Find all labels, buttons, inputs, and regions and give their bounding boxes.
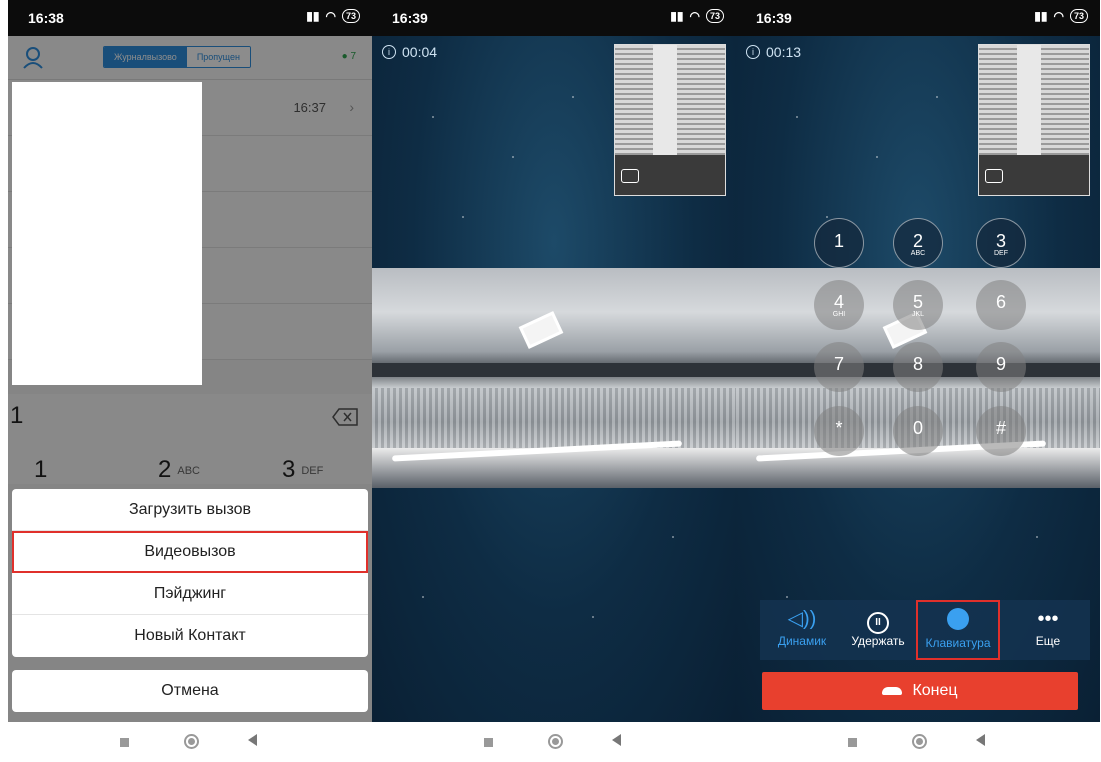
status-bar: 16:39 ▮▮ ◠ 73 — [372, 0, 736, 36]
speaker-button[interactable]: ◁)) Динамик — [760, 600, 844, 660]
call-duration: 00:13 — [766, 44, 802, 60]
key-letters: DEF — [994, 250, 1008, 257]
hold-label: Удержать — [851, 634, 905, 648]
self-preview[interactable] — [614, 44, 726, 196]
signal-icon: ▮▮ — [306, 9, 320, 23]
status-icons: ▮▮ ◠ 73 — [306, 9, 360, 23]
more-label: Еще — [1035, 634, 1061, 648]
key-digit: 1 — [833, 231, 844, 251]
back-icon[interactable] — [612, 734, 621, 746]
key-digit: 2 — [912, 231, 923, 251]
battery-icon: 73 — [341, 9, 360, 23]
signal-icon: ▮▮ — [670, 9, 684, 23]
key-letters: JKL — [911, 311, 925, 318]
home-icon[interactable] — [184, 734, 199, 749]
nav-bar — [8, 722, 372, 762]
video-call-keypad-panel: 16:39 ▮▮ ◠ 73 i 00:13 1 2 ABC 3 DEF 4 GHI 5… — [736, 0, 1100, 762]
self-preview[interactable] — [978, 44, 1090, 196]
key-digit: 7 — [833, 354, 844, 374]
speaker-icon: ◁)) — [787, 608, 817, 630]
info-icon[interactable]: i — [746, 45, 760, 59]
recents-icon[interactable] — [848, 738, 857, 747]
status-icons: ▮▮ ◠ 73 — [1034, 9, 1088, 23]
keypad-key-7[interactable]: 7 — [814, 342, 864, 392]
recents-icon[interactable] — [484, 738, 493, 747]
home-icon[interactable] — [548, 734, 563, 749]
wifi-icon: ◠ — [1053, 9, 1064, 23]
cancel-button[interactable]: Отмена — [12, 670, 368, 712]
status-time: 16:39 — [756, 10, 792, 26]
menu-item-video-call[interactable]: Видеовызов — [12, 531, 368, 573]
status-time: 16:39 — [392, 10, 428, 26]
hold-button[interactable]: II Удержать — [836, 600, 920, 660]
key-digit: 3 — [995, 231, 1006, 251]
end-call-button[interactable]: Конец — [762, 672, 1078, 710]
keypad-key-hash[interactable]: # — [976, 406, 1026, 456]
menu-item-paging[interactable]: Пэйджинг — [12, 573, 368, 615]
status-icons: ▮▮ ◠ 73 — [670, 9, 724, 23]
status-bar: 16:39 ▮▮ ◠ 73 — [736, 0, 1100, 36]
pause-icon: II — [836, 606, 920, 634]
keypad-key-2[interactable]: 2 ABC — [893, 218, 943, 268]
keypad-key-8[interactable]: 8 — [893, 342, 943, 392]
call-log-panel: 16:38 ▮▮ ◠ 73 Журналвызово Пропущен ● 7 … — [8, 0, 372, 762]
keypad-key-3[interactable]: 3 DEF — [976, 218, 1026, 268]
call-controls: ◁)) Динамик II Удержать Клавиатура ••• Е… — [760, 600, 1090, 660]
keypad-key-1[interactable]: 1 — [814, 218, 864, 268]
battery-icon: 73 — [705, 9, 724, 23]
info-icon[interactable]: i — [382, 45, 396, 59]
more-button[interactable]: ••• Еще — [1006, 600, 1090, 660]
wifi-icon: ◠ — [325, 9, 336, 23]
remote-video — [372, 268, 736, 488]
nav-bar — [372, 722, 736, 762]
keypad-key-5[interactable]: 5 JKL — [893, 280, 943, 330]
menu-item-new-contact[interactable]: Новый Контакт — [12, 615, 368, 657]
back-icon[interactable] — [976, 734, 985, 746]
key-letters: ABC — [910, 250, 926, 257]
key-digit: 6 — [995, 292, 1006, 312]
switch-camera-icon[interactable] — [621, 169, 639, 183]
keypad-key-0[interactable]: 0 — [893, 406, 943, 456]
home-icon[interactable] — [912, 734, 927, 749]
more-icon: ••• — [1037, 608, 1059, 630]
keypad-key-4[interactable]: 4 GHI — [814, 280, 864, 330]
battery-icon: 73 — [1069, 9, 1088, 23]
key-letters: GHI — [832, 311, 846, 318]
keypad-button[interactable]: Клавиатура — [916, 600, 1000, 660]
end-call-label: Конец — [912, 682, 958, 699]
hangup-icon — [882, 686, 903, 695]
status-time: 16:38 — [28, 10, 64, 26]
call-duration: 00:04 — [402, 44, 438, 60]
key-digit: 8 — [912, 354, 923, 374]
keypad-icon — [918, 608, 998, 634]
nav-bar — [736, 722, 1100, 762]
switch-camera-icon[interactable] — [985, 169, 1003, 183]
key-digit: * — [835, 418, 843, 438]
speaker-label: Динамик — [777, 634, 827, 648]
menu-item-load-call[interactable]: Загрузить вызов — [12, 489, 368, 531]
signal-icon: ▮▮ — [1034, 9, 1048, 23]
key-digit: # — [995, 418, 1006, 438]
keypad-label: Клавиатура — [925, 636, 991, 650]
action-sheet: Загрузить вызов Видеовызов Пэйджинг Новы… — [12, 489, 368, 657]
video-call-panel: 16:39 ▮▮ ◠ 73 i 00:04 — [372, 0, 736, 762]
blank-area — [12, 82, 202, 385]
key-digit: 0 — [912, 418, 923, 438]
recents-icon[interactable] — [120, 738, 129, 747]
status-bar: 16:38 ▮▮ ◠ 73 — [8, 0, 372, 36]
wifi-icon: ◠ — [689, 9, 700, 23]
keypad-key-star[interactable]: * — [814, 406, 864, 456]
keypad-key-9[interactable]: 9 — [976, 342, 1026, 392]
call-timer: i 00:04 — [382, 44, 437, 60]
keypad-key-6[interactable]: 6 — [976, 280, 1026, 330]
key-digit: 4 — [833, 292, 844, 312]
back-icon[interactable] — [248, 734, 257, 746]
key-digit: 9 — [995, 354, 1006, 374]
key-digit: 5 — [912, 292, 923, 312]
call-timer: i 00:13 — [746, 44, 801, 60]
